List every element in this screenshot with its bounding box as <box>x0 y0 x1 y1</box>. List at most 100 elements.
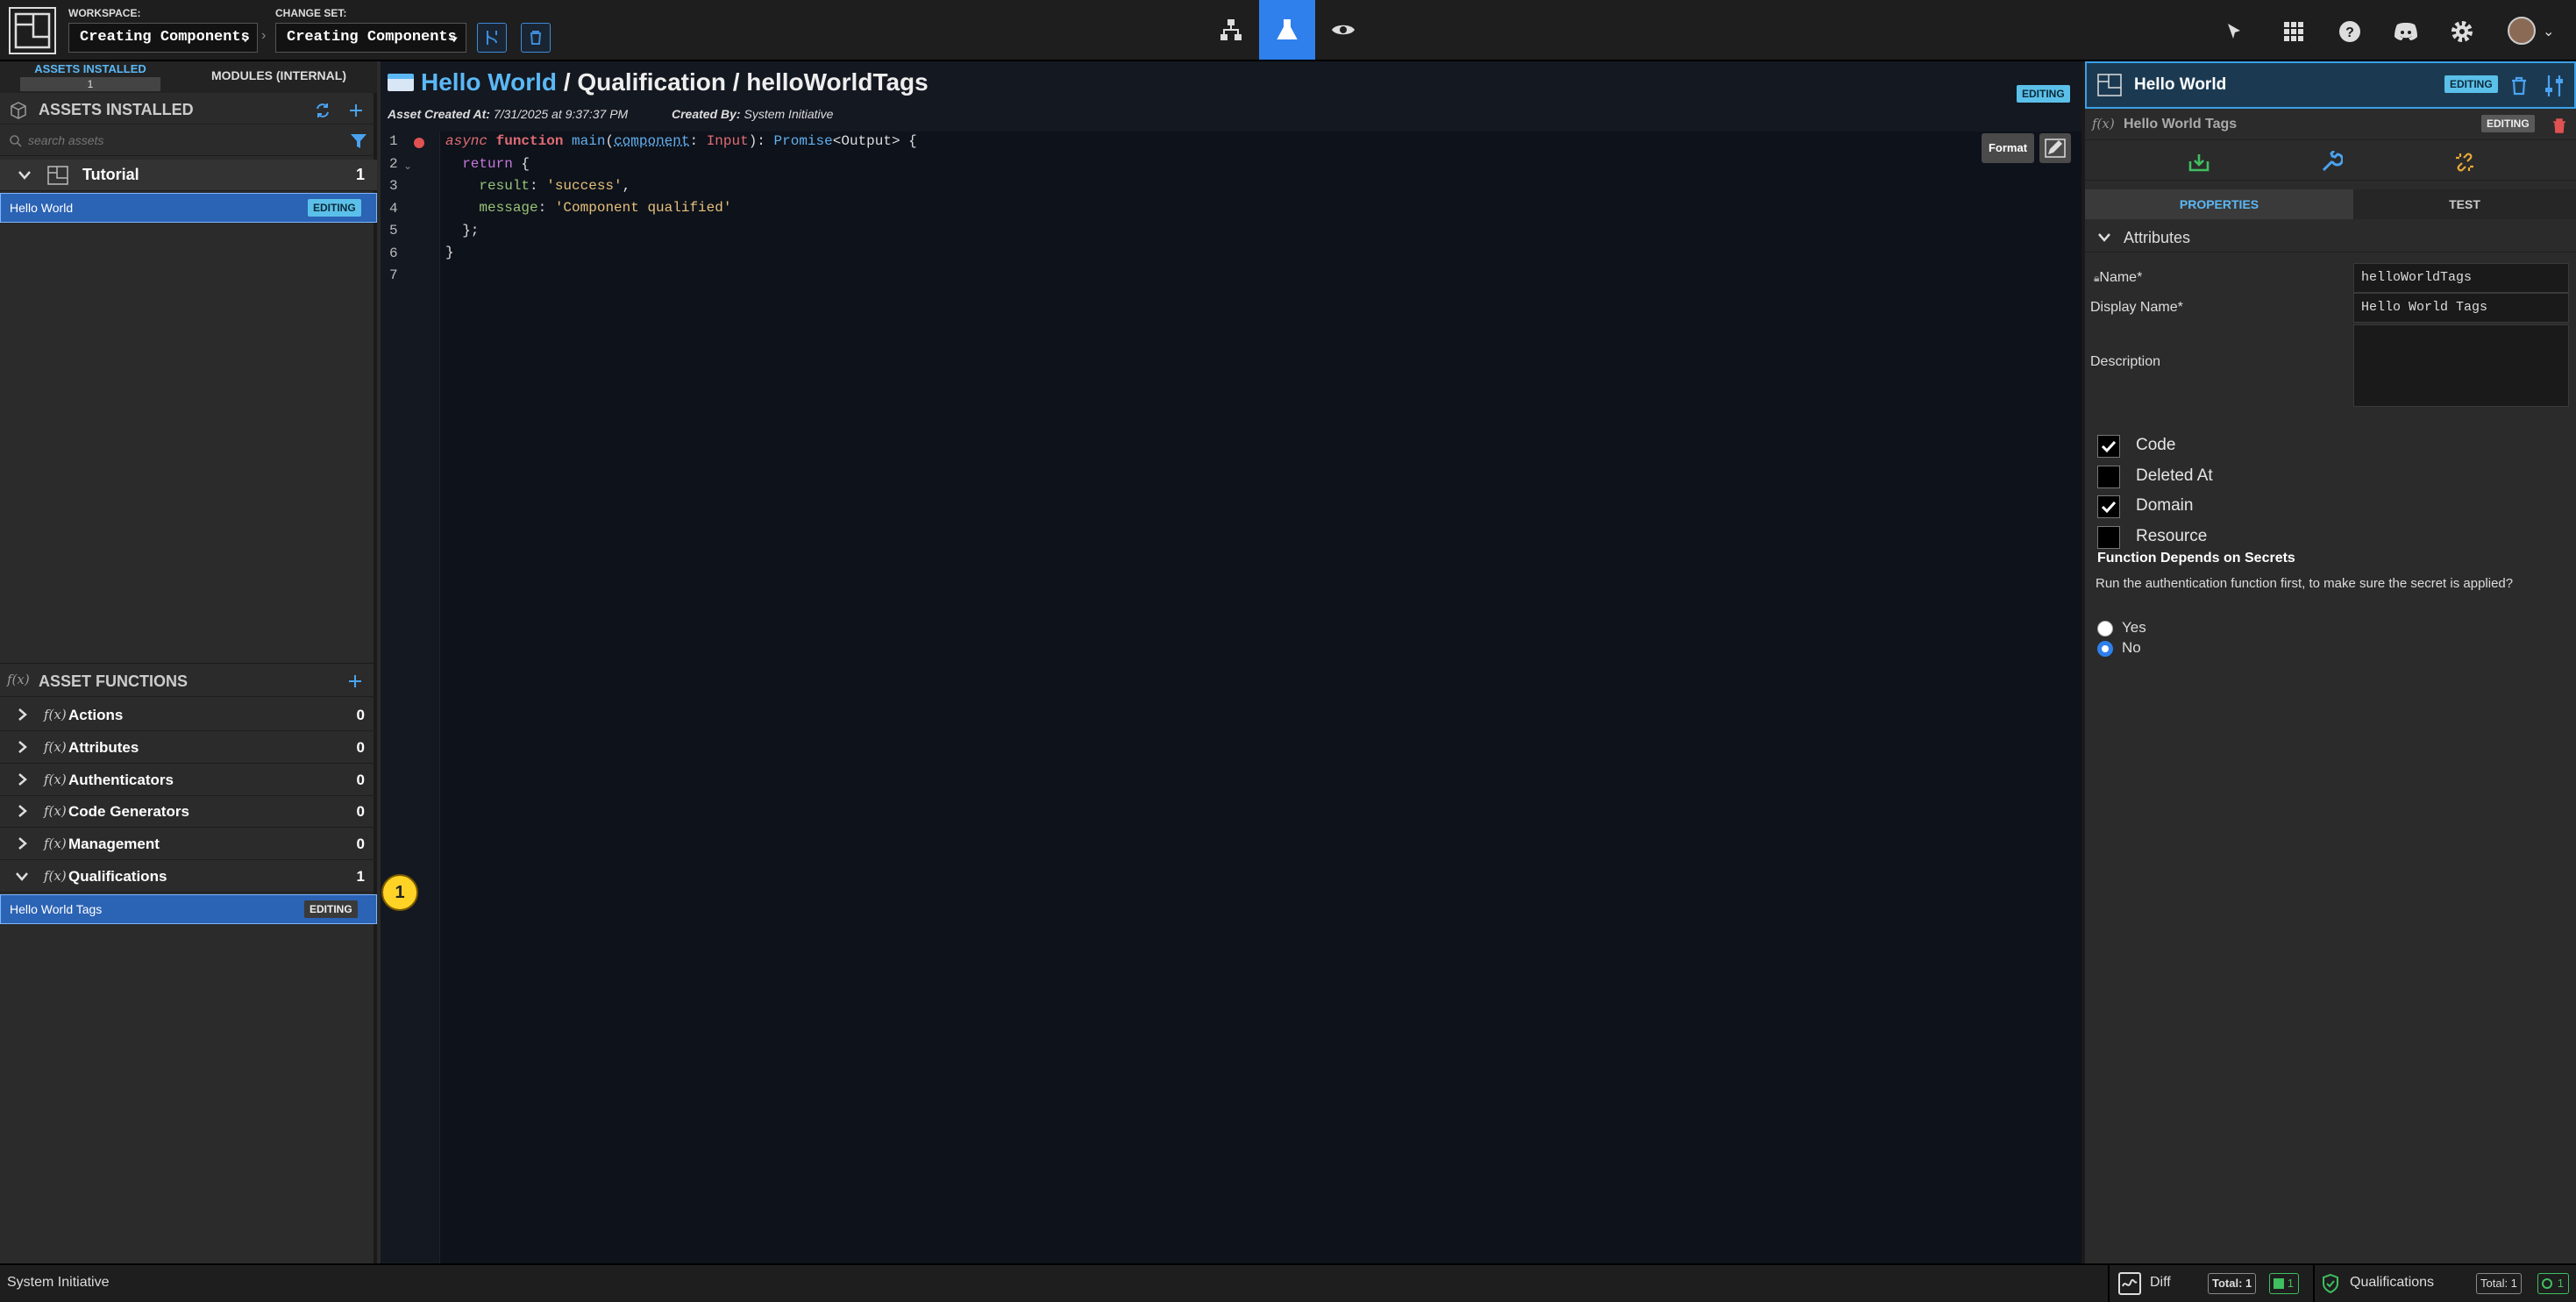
created-at-label: Asset Created At: <box>388 107 490 121</box>
divider <box>2313 1265 2315 1302</box>
tab-modules-internal[interactable]: MODULES (INTERNAL) <box>184 68 374 82</box>
checkbox-deleted-at[interactable] <box>2097 465 2120 488</box>
editing-badge: EDITING <box>2481 115 2535 132</box>
svg-text:?: ? <box>2345 25 2354 40</box>
tab-properties[interactable]: PROPERTIES <box>2085 189 2353 219</box>
format-button[interactable]: Format <box>1982 133 2034 163</box>
search-input[interactable] <box>28 130 335 151</box>
diagram-icon <box>1220 19 1242 40</box>
editing-badge: EDITING <box>2444 75 2498 93</box>
function-category-actions[interactable]: f(x) Actions 0 <box>0 699 377 731</box>
diff-icon <box>2118 1272 2141 1295</box>
title-asset-link[interactable]: Hello World <box>421 68 557 96</box>
line-number: 3 <box>389 178 398 194</box>
name-label-text: Name* <box>2099 270 2143 285</box>
function-details-header: f(x) Hello World Tags EDITING <box>2085 109 2576 140</box>
fx-icon: f(x) <box>2092 116 2115 132</box>
code-editor[interactable]: 1234567 ⌄ async function main(component:… <box>381 132 2081 1263</box>
right-panel: Hello World EDITING f(x) Hello World Tag… <box>2081 61 2576 1263</box>
left-tabs: ASSETS INSTALLED 1 MODULES (INTERNAL) <box>0 61 377 93</box>
tab-assets-installed[interactable]: ASSETS INSTALLED 1 <box>0 61 181 93</box>
shield-check-icon <box>2323 1273 2338 1294</box>
runtime-view-button[interactable] <box>1315 0 1371 60</box>
help-button[interactable]: ? <box>2334 16 2366 47</box>
plus-icon[interactable] <box>347 673 363 689</box>
pencil-icon <box>2045 139 2066 158</box>
settings-button[interactable] <box>2446 16 2478 47</box>
function-category-management[interactable]: f(x) Management 0 <box>0 828 377 861</box>
radio-yes-label: Yes <box>2122 619 2146 636</box>
qualifications-total-label: Total: 1 <box>2480 1277 2517 1290</box>
group-count: 1 <box>355 166 365 183</box>
changeset-label: CHANGE SET: <box>275 7 347 19</box>
refresh-icon[interactable] <box>314 102 331 119</box>
category-name: Actions <box>68 707 124 723</box>
wrench-icon[interactable] <box>2320 151 2343 174</box>
line-number: 1 <box>389 133 398 149</box>
model-view-button[interactable] <box>1203 0 1259 60</box>
sliders-icon[interactable] <box>2543 74 2565 98</box>
save-icon[interactable] <box>2188 153 2210 172</box>
apply-changeset-button[interactable] <box>477 23 507 53</box>
filter-icon[interactable] <box>349 132 368 151</box>
diff-total[interactable]: Total: 1 <box>2208 1273 2257 1294</box>
checkbox-code[interactable] <box>2097 435 2120 458</box>
chevron-down-icon[interactable]: ⌄ <box>2543 23 2554 40</box>
discord-button[interactable] <box>2390 16 2422 47</box>
name-field[interactable]: helloWorldTags <box>2353 263 2569 293</box>
code-line-5: }; <box>445 223 480 238</box>
category-name: Qualifications <box>68 868 167 885</box>
si-logo[interactable] <box>9 7 56 54</box>
trash-icon[interactable] <box>2551 117 2567 133</box>
category-count: 0 <box>356 771 365 788</box>
workspaces-grid-button[interactable] <box>2278 16 2309 47</box>
top-bar: WORKSPACE: Creating Components ⌄ › CHANG… <box>0 0 2576 61</box>
function-title: Hello World Tags <box>2124 117 2238 132</box>
radio-no[interactable] <box>2097 641 2113 657</box>
qualifications-total[interactable]: Total: 1 <box>2476 1273 2522 1294</box>
chevron-right-icon <box>18 837 27 850</box>
description-field[interactable] <box>2353 324 2569 407</box>
diff-label[interactable]: Diff <box>2150 1275 2171 1291</box>
qualifications-label[interactable]: Qualifications <box>2350 1275 2434 1291</box>
unlink-icon[interactable] <box>2453 151 2476 174</box>
checkbox-domain[interactable] <box>2097 495 2120 518</box>
category-count: 1 <box>356 868 365 885</box>
created-by-value: System Initiative <box>744 107 834 121</box>
changeset-value: Creating Components <box>287 29 457 46</box>
customize-view-button[interactable] <box>1259 0 1315 60</box>
diff-added-badge: 1 <box>2269 1273 2299 1294</box>
check-circle-icon <box>2542 1278 2552 1289</box>
cursor-button[interactable] <box>2218 16 2250 47</box>
radio-yes[interactable] <box>2097 621 2113 637</box>
asset-search <box>0 125 377 156</box>
function-category-attributes[interactable]: f(x) Attributes 0 <box>0 731 377 764</box>
line-number: 7 <box>389 267 398 283</box>
function-category-authenticators[interactable]: f(x) Authenticators 0 <box>0 764 377 796</box>
checkbox-label: Deleted At <box>2136 466 2213 485</box>
checkbox-resource[interactable] <box>2097 525 2120 549</box>
tab-test[interactable]: TEST <box>2353 189 2576 219</box>
vim-toggle-button[interactable] <box>2039 133 2071 163</box>
abandon-changeset-button[interactable] <box>521 23 551 53</box>
function-category-qualifications[interactable]: f(x) Qualifications 1 <box>0 860 377 893</box>
function-item-hello-world-tags[interactable]: Hello World Tags EDITING <box>0 894 377 924</box>
workspace-select[interactable]: Creating Components ⌄ <box>68 23 258 53</box>
asset-group-tutorial[interactable]: Tutorial 1 <box>0 160 377 191</box>
chevron-right-icon <box>18 772 27 786</box>
changeset-select[interactable]: Creating Components ⌄ <box>275 23 466 53</box>
editing-badge: EDITING <box>2017 85 2070 103</box>
asset-item-hello-world[interactable]: Hello World EDITING <box>0 193 377 223</box>
attributes-section-header[interactable]: Attributes <box>2085 221 2576 253</box>
app-name: System Initiative <box>7 1275 110 1290</box>
group-name: Tutorial <box>82 166 139 183</box>
trash-icon[interactable] <box>2509 75 2529 96</box>
function-category-code-generators[interactable]: f(x) Code Generators 0 <box>0 795 377 829</box>
display-name-field[interactable]: Hello World Tags <box>2353 293 2569 323</box>
plus-icon[interactable] <box>347 102 365 119</box>
fold-chevron-icon[interactable]: ⌄ <box>403 160 412 172</box>
created-by: Created By: System Initiative <box>672 107 833 121</box>
avatar[interactable] <box>2508 17 2536 45</box>
grid-icon <box>2284 22 2303 41</box>
secrets-description: Run the authentication function first, t… <box>2096 576 2514 591</box>
